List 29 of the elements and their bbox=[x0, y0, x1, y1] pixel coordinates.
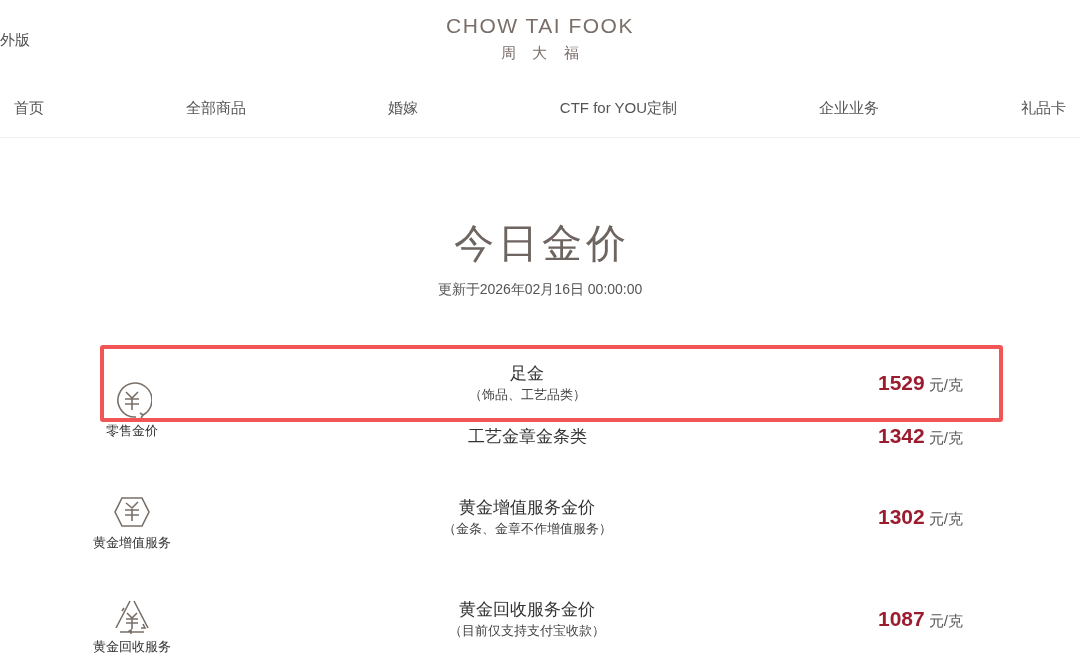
item-name: 工艺金章金条类 bbox=[467, 425, 587, 448]
region-link[interactable]: 外版 bbox=[0, 31, 30, 50]
nav-link[interactable]: 全部商品 bbox=[185, 99, 246, 118]
update-time: 更新于2026年02月16日 00:00:00 bbox=[437, 281, 643, 299]
service-label: 黄金增值服务 bbox=[93, 534, 171, 552]
price-value: 1342 bbox=[878, 424, 925, 448]
item-name: 黄金回收服务金价 bbox=[459, 598, 595, 621]
price-unit: 元/克 bbox=[928, 510, 963, 529]
item-note: （目前仅支持支付宝收款） bbox=[449, 621, 605, 640]
item-name: 足金 bbox=[510, 363, 544, 385]
logo-text: CHOW TAI FOOK bbox=[446, 14, 634, 38]
price-unit: 元/克 bbox=[928, 376, 963, 395]
logo-text: 周 大 福 bbox=[501, 44, 585, 63]
nav-link[interactable]: 婚嫁 bbox=[387, 99, 418, 118]
item-note: （金条、金章不作增值服务） bbox=[442, 520, 612, 538]
price-value: 1529 bbox=[878, 371, 925, 395]
nav-link[interactable]: 首页 bbox=[14, 99, 44, 118]
price-unit: 元/克 bbox=[928, 429, 963, 448]
price-value: 1302 bbox=[878, 505, 925, 529]
item-note: （饰品、工艺品类） bbox=[468, 386, 586, 404]
item-name: 黄金增值服务金价 bbox=[459, 497, 595, 519]
price-value: 1087 bbox=[878, 606, 925, 631]
nav-link[interactable]: 企业业务 bbox=[819, 99, 880, 118]
nav-link[interactable]: 礼品卡 bbox=[1021, 99, 1066, 118]
price-unit: 元/克 bbox=[928, 611, 963, 631]
nav-link[interactable]: CTF for YOU定制 bbox=[559, 99, 678, 118]
service-label: 黄金回收服务 bbox=[93, 637, 171, 656]
page-title: 今日金价 bbox=[454, 220, 630, 267]
service-label: 零售金价 bbox=[106, 422, 158, 440]
